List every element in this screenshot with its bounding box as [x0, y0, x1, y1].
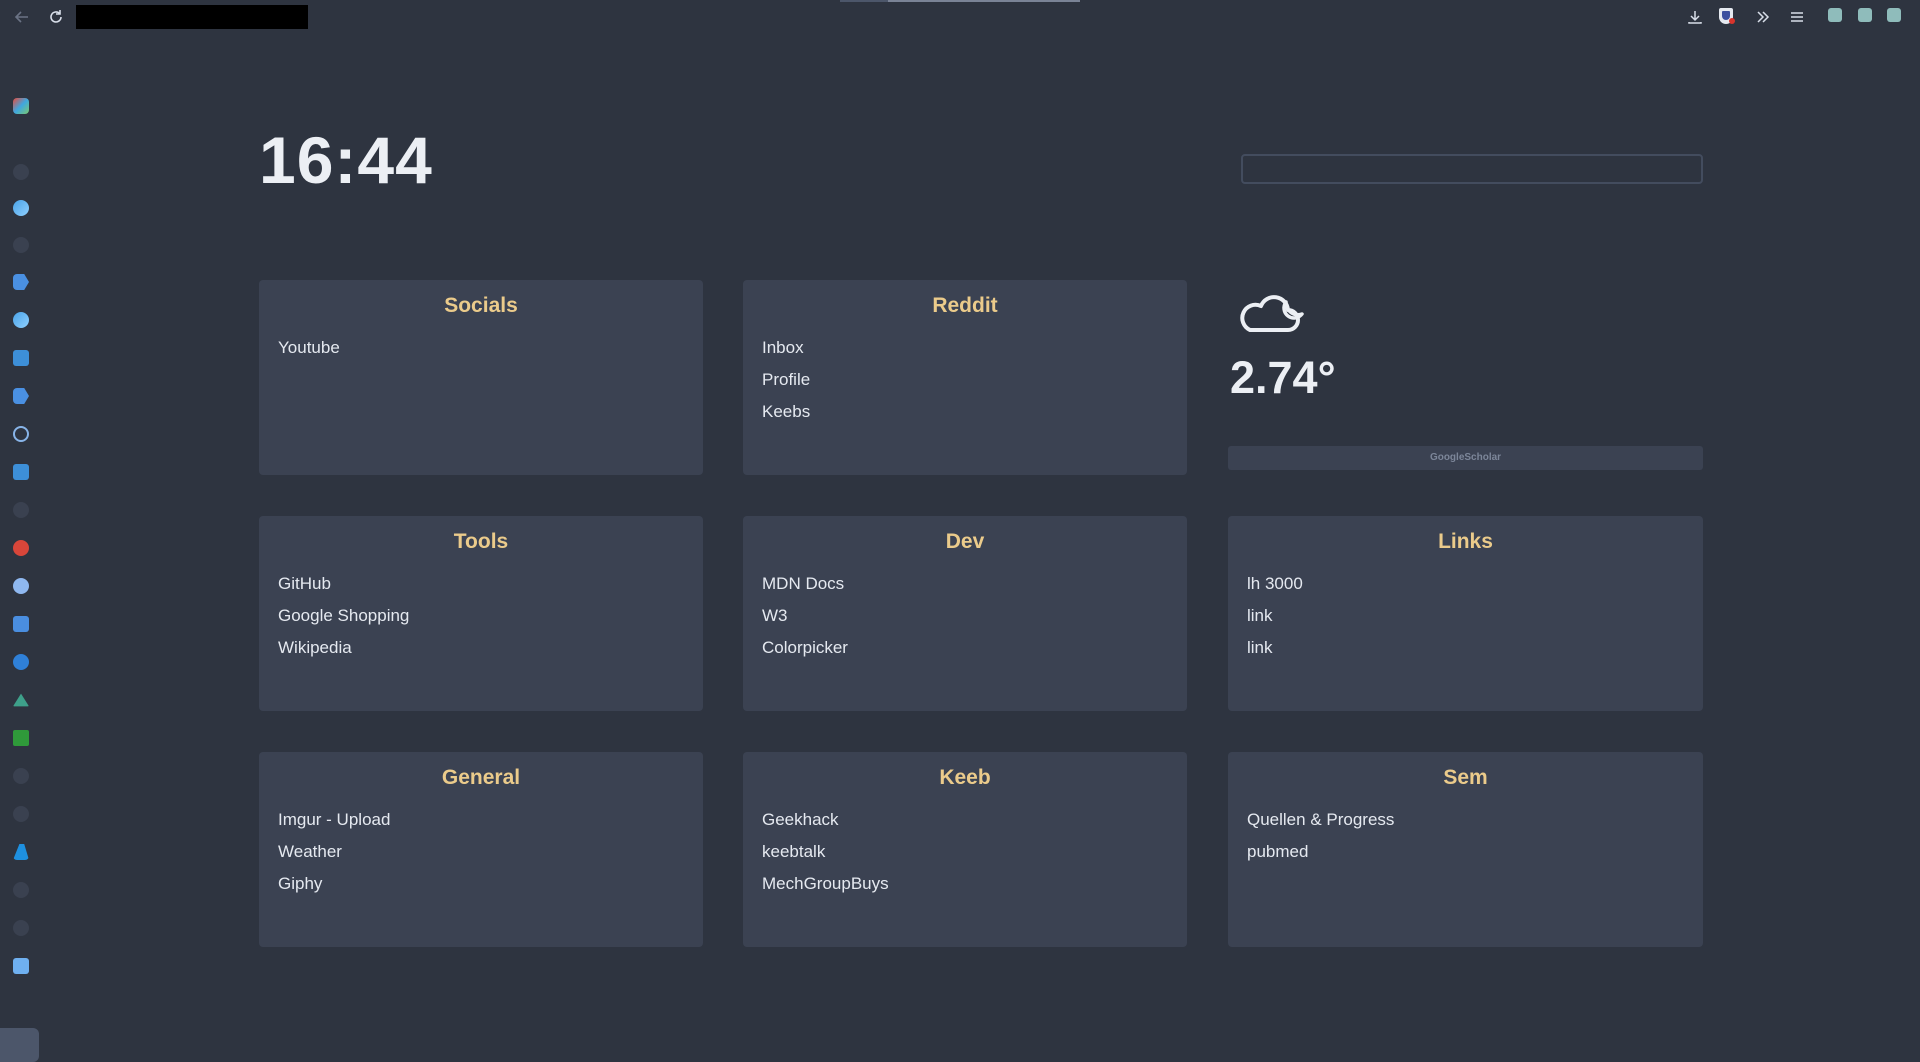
card-title: Keeb — [939, 766, 991, 789]
card-title: Dev — [945, 530, 985, 553]
menu-button[interactable] — [1785, 5, 1809, 29]
card-link[interactable]: W3 — [743, 600, 1187, 632]
search-input[interactable] — [1241, 154, 1703, 184]
blue-tag-icon[interactable] — [13, 274, 29, 290]
card-dev: Dev MDN Docs W3 Colorpicker — [743, 516, 1187, 711]
window-minimize-button[interactable] — [1828, 8, 1842, 22]
card-link[interactable]: GitHub — [259, 568, 703, 600]
reload-button[interactable] — [44, 5, 68, 29]
overflow-button[interactable] — [1751, 5, 1775, 29]
sidebar — [0, 34, 42, 1062]
downloads-button[interactable] — [1683, 5, 1707, 29]
card-socials: Socials Youtube — [259, 280, 703, 475]
card-link[interactable]: Giphy — [259, 868, 703, 900]
github-icon[interactable] — [13, 806, 29, 822]
github-icon[interactable] — [13, 502, 29, 518]
atom-icon[interactable] — [13, 958, 29, 974]
back-button[interactable] — [10, 5, 34, 29]
card-link[interactable]: Wikipedia — [259, 632, 703, 664]
blue-swirl-icon[interactable] — [13, 200, 29, 216]
github-icon[interactable] — [13, 920, 29, 936]
download-icon — [1688, 11, 1702, 24]
window-close-button[interactable] — [1887, 8, 1901, 22]
faded-icon[interactable] — [13, 164, 29, 180]
blue-window-icon[interactable] — [13, 350, 29, 366]
cloud-moon-icon — [1240, 295, 1304, 332]
card-link[interactable]: Weather — [259, 836, 703, 868]
card-title: Links — [1438, 530, 1493, 553]
card-title: Tools — [453, 530, 509, 553]
info-icon[interactable] — [13, 426, 29, 442]
shield-extension-icon[interactable] — [1719, 8, 1735, 24]
card-link[interactable]: MDN Docs — [743, 568, 1187, 600]
card-keeb: Keeb Geekhack keebtalk MechGroupBuys — [743, 752, 1187, 947]
github-icon[interactable] — [13, 768, 29, 784]
card-link[interactable]: pubmed — [1228, 836, 1703, 868]
card-link[interactable]: Colorpicker — [743, 632, 1187, 664]
card-link[interactable]: Profile — [743, 364, 1187, 396]
tab-strip-indicator — [840, 0, 1080, 2]
reload-icon — [50, 10, 62, 23]
chart-icon[interactable] — [13, 578, 29, 594]
card-general: General Imgur - Upload Weather Giphy — [259, 752, 703, 947]
weather-temperature: 2.74° — [1230, 352, 1336, 403]
card-link[interactable]: link — [1228, 632, 1703, 664]
card-tools: Tools GitHub Google Shopping Wikipedia — [259, 516, 703, 711]
blue-person-icon[interactable] — [13, 844, 29, 860]
card-link[interactable]: lh 3000 — [1228, 568, 1703, 600]
card-link[interactable]: keebtalk — [743, 836, 1187, 868]
card-title: Socials — [444, 294, 518, 317]
green-triangle-icon[interactable] — [13, 693, 29, 707]
blue-circle-icon[interactable] — [13, 654, 29, 670]
red-circle-icon[interactable] — [13, 540, 29, 556]
menu-icon — [1791, 12, 1803, 22]
card-reddit: Reddit Inbox Profile Keebs — [743, 280, 1187, 475]
card-title: Reddit — [932, 294, 998, 317]
card-link[interactable]: Inbox — [743, 332, 1187, 364]
sidebar-active-item[interactable] — [0, 1028, 39, 1062]
blue-swirl-icon[interactable] — [13, 312, 29, 328]
browser-toolbar — [0, 0, 1920, 34]
google-scholar-link[interactable]: GoogleScholar — [1228, 446, 1703, 470]
mt-icon[interactable] — [13, 616, 29, 632]
faded-icon[interactable] — [13, 237, 29, 253]
colorful-app-icon[interactable] — [13, 98, 29, 114]
card-title: Sem — [1443, 766, 1488, 789]
card-links: Links lh 3000 link link — [1228, 516, 1703, 711]
address-bar[interactable] — [76, 5, 308, 29]
card-link[interactable]: Youtube — [259, 332, 703, 364]
overflow-chevrons-icon — [1757, 11, 1770, 23]
card-link[interactable]: Google Shopping — [259, 600, 703, 632]
card-link[interactable]: Quellen & Progress — [1228, 804, 1703, 836]
card-title: General — [441, 766, 521, 789]
blue-tag-icon[interactable] — [13, 388, 29, 404]
clock: 16:44 — [259, 123, 433, 197]
blue-window-icon[interactable] — [13, 464, 29, 480]
window-maximize-button[interactable] — [1858, 8, 1872, 22]
arrow-left-icon — [14, 11, 28, 23]
card-sem: Sem Quellen & Progress pubmed — [1228, 752, 1703, 947]
github-icon[interactable] — [13, 882, 29, 898]
card-link[interactable]: Geekhack — [743, 804, 1187, 836]
card-link[interactable]: link — [1228, 600, 1703, 632]
green-square-icon[interactable] — [13, 730, 29, 746]
card-link[interactable]: Keebs — [743, 396, 1187, 428]
card-link[interactable]: Imgur - Upload — [259, 804, 703, 836]
card-link[interactable]: MechGroupBuys — [743, 868, 1187, 900]
